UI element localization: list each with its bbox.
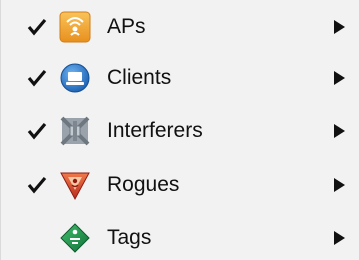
ap-icon [59, 11, 91, 43]
menu-item-label: Clients [107, 66, 172, 89]
menu-item-aps[interactable]: APs [1, 3, 359, 51]
menu-item-label: Tags [107, 226, 152, 249]
check-icon [27, 69, 47, 87]
check-icon [27, 122, 47, 140]
submenu-arrow-icon [334, 20, 345, 34]
submenu-arrow-icon [334, 231, 345, 245]
client-icon [60, 63, 90, 93]
check-icon [27, 18, 47, 36]
interferer-icon [60, 116, 90, 146]
submenu-arrow-icon [334, 71, 345, 85]
submenu-arrow-icon [334, 124, 345, 138]
tag-icon [60, 223, 90, 253]
menu-item-clients[interactable]: Clients [1, 54, 359, 102]
menu-item-label: Interferers [107, 119, 203, 142]
menu-item-rogues[interactable]: Rogues [1, 161, 359, 209]
menu-item-tags[interactable]: Tags [1, 214, 359, 260]
menu-item-label: Rogues [107, 173, 180, 196]
check-icon [27, 176, 47, 194]
menu-item-label: APs [107, 15, 146, 38]
context-menu: APs Clients Interferers Rogues Tags [0, 0, 359, 260]
submenu-arrow-icon [334, 178, 345, 192]
menu-item-interferers[interactable]: Interferers [1, 107, 359, 155]
rogue-icon [60, 172, 90, 201]
